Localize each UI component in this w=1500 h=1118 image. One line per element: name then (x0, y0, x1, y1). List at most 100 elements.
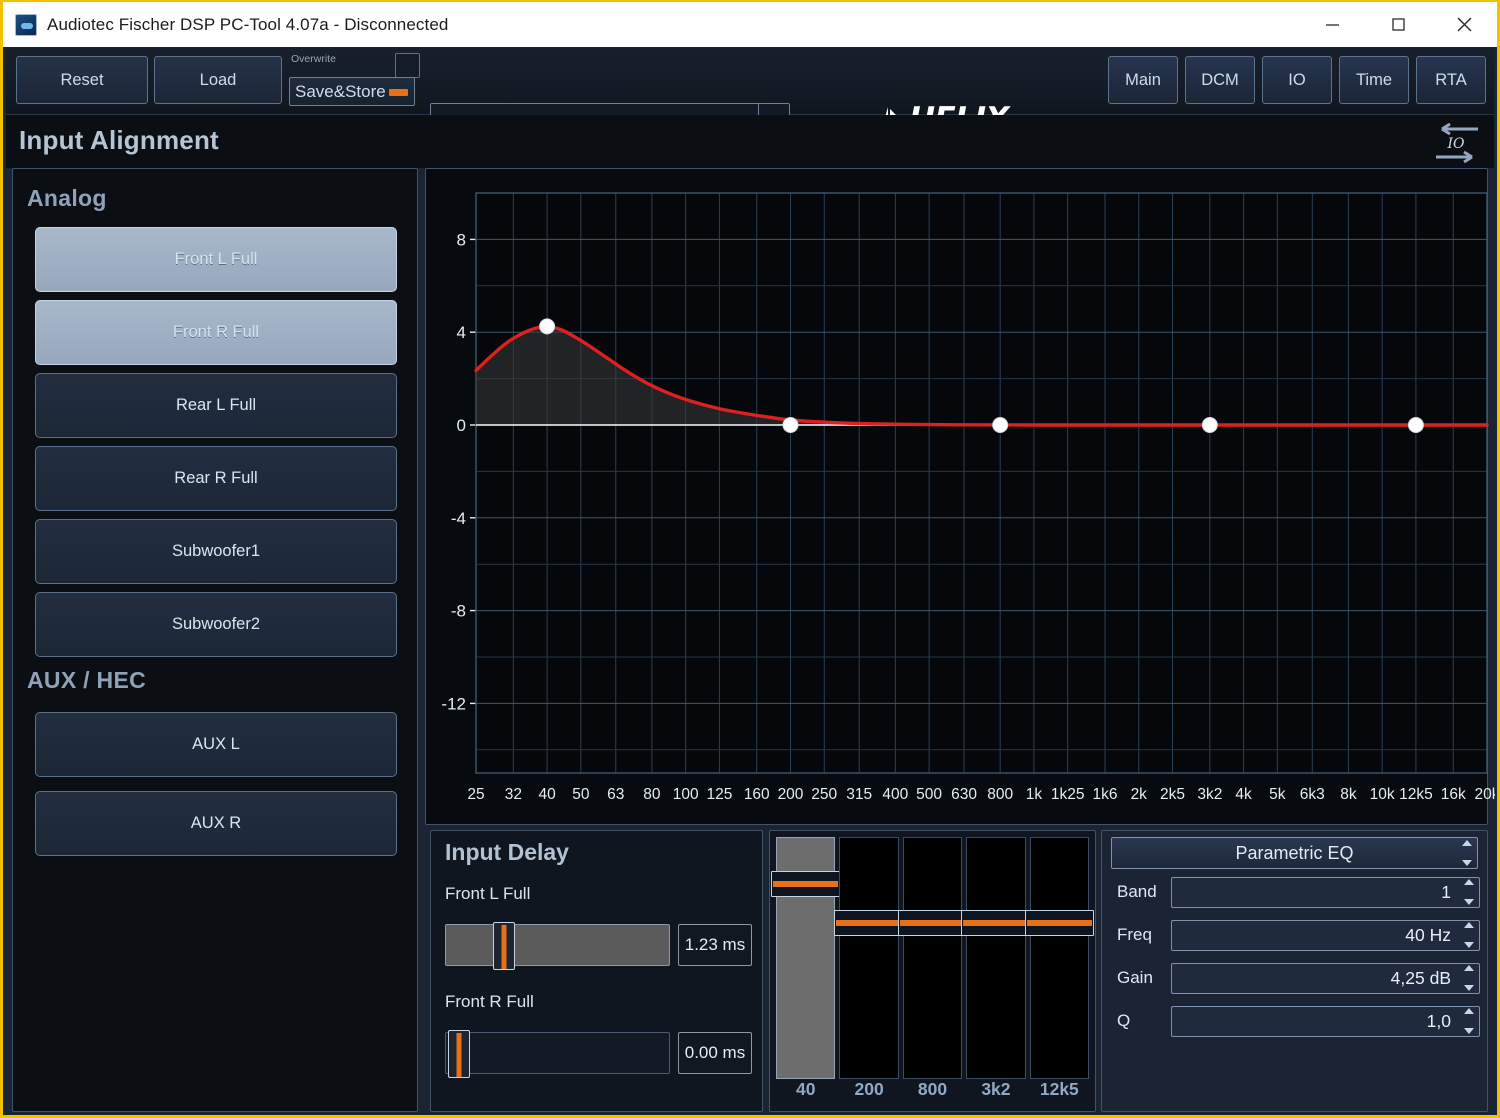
eq-input-band[interactable]: 1 (1171, 876, 1480, 908)
tab-rta[interactable]: RTA (1416, 56, 1486, 104)
band-spinner-icon[interactable] (1461, 879, 1476, 905)
fader-track (966, 837, 1026, 1079)
eq-type-label: Parametric EQ (1235, 842, 1354, 863)
svg-text:0: 0 (457, 416, 466, 435)
eq-fader-800[interactable] (897, 837, 968, 1079)
nav-tabs: Main DCM IO Time RTA (1108, 56, 1486, 104)
input-channel-sidebar: Analog Front L Full Front R Full Rear L … (12, 168, 418, 1112)
eq-fader-3k2[interactable] (961, 837, 1031, 1079)
svg-text:4k: 4k (1235, 786, 1252, 803)
sidebar-item-rear-l-full[interactable]: Rear L Full (35, 373, 397, 438)
svg-text:5k: 5k (1269, 786, 1286, 803)
svg-text:1k: 1k (1026, 786, 1043, 803)
maximize-icon[interactable] (1365, 2, 1431, 47)
save-store-group: Overwrite Save&Store (289, 53, 420, 107)
sidebar-item-subwoofer2[interactable]: Subwoofer2 (35, 592, 397, 657)
svg-text:-4: -4 (451, 509, 466, 528)
tab-dcm[interactable]: DCM (1185, 56, 1255, 104)
eq-input-q[interactable]: 1,0 (1171, 1005, 1480, 1037)
delay-slider-front-r[interactable] (445, 1030, 670, 1078)
delay-slider-thumb[interactable] (448, 1030, 471, 1078)
eq-response-chart[interactable]: 8 4 0 -4 -8 -12 25 32 40 50 63 80 100 125 160 200 250 315… (425, 168, 1495, 825)
title-bar: Audiotec Fischer DSP PC-Tool 4.07a - Dis… (3, 2, 1497, 47)
svg-text:25: 25 (467, 786, 484, 803)
eq-type-spinner-icon[interactable] (1459, 840, 1474, 866)
sidebar-item-front-l-full[interactable]: Front L Full (35, 227, 397, 292)
fader-labels: 40 200 800 3k2 12k5 (770, 1079, 1095, 1111)
eq-label-band: Band (1117, 882, 1157, 901)
svg-text:10k: 10k (1370, 786, 1395, 803)
eq-type-selector[interactable]: Parametric EQ (1111, 837, 1478, 869)
page-title: Input Alignment (19, 125, 219, 155)
eq-label-gain: Gain (1117, 968, 1153, 987)
fader-label-200: 200 (854, 1079, 884, 1099)
fader-label-3k2: 3k2 (981, 1079, 1011, 1099)
group-title-aux-hec: AUX / HEC (27, 667, 146, 693)
svg-text:630: 630 (951, 786, 977, 803)
overwrite-checkbox[interactable] (395, 53, 420, 78)
fader-thumb[interactable] (834, 909, 904, 936)
parametric-eq-panel: Parametric EQ Band 1 Freq 40 Hz Gain 4,2… (1101, 830, 1488, 1112)
svg-text:160: 160 (744, 786, 770, 803)
svg-text:200: 200 (778, 786, 804, 803)
svg-text:8: 8 (457, 230, 466, 249)
eq-input-freq[interactable]: 40 Hz (1171, 919, 1480, 951)
eq-fader-12k5[interactable] (1024, 837, 1095, 1079)
fader-thumb[interactable] (961, 909, 1031, 936)
tab-io[interactable]: IO (1262, 56, 1332, 104)
gain-spinner-icon[interactable] (1461, 965, 1476, 991)
save-store-button[interactable]: Save&Store (289, 77, 415, 106)
svg-text:315: 315 (846, 786, 872, 803)
fader-track (1029, 837, 1090, 1079)
fader-label-800: 800 (917, 1079, 948, 1099)
delay-slider-row-1: 1.23 ms (431, 922, 762, 970)
input-delay-panel: Input Delay Front L Full 1.23 ms Front R… (430, 830, 763, 1112)
window-title: Audiotec Fischer DSP PC-Tool 4.07a - Dis… (47, 14, 449, 34)
minimize-icon[interactable] (1299, 2, 1365, 47)
sidebar-item-rear-r-full[interactable]: Rear R Full (35, 446, 397, 511)
svg-text:100: 100 (673, 786, 699, 803)
svg-text:63: 63 (607, 786, 624, 803)
q-spinner-icon[interactable] (1461, 1008, 1476, 1034)
delay-value-front-r[interactable]: 0.00 ms (678, 1032, 752, 1074)
svg-text:IO: IO (1446, 136, 1465, 152)
delay-slider-thumb[interactable] (492, 922, 515, 970)
fader-thumb[interactable] (897, 909, 968, 936)
svg-text:500: 500 (916, 786, 942, 803)
eq-input-gain[interactable]: 4,25 dB (1171, 962, 1480, 994)
load-button[interactable]: Load (154, 56, 282, 104)
chart-canvas: 840-4-8-1225 32 40 50 63 80 100 125 160 200 250 315… (441, 192, 1496, 803)
eq-band-faders-panel: 40 200 800 3k2 12k5 (769, 830, 1096, 1112)
save-store-label: Save&Store (295, 81, 386, 101)
svg-text:800: 800 (987, 786, 1013, 803)
delay-value-front-l[interactable]: 1.23 ms (678, 924, 752, 966)
svg-text:4: 4 (457, 323, 466, 342)
fader-strip (770, 831, 1095, 1079)
tab-time[interactable]: Time (1339, 56, 1409, 104)
delay-slider-front-l[interactable] (445, 922, 670, 970)
overwrite-label: Overwrite (291, 53, 336, 65)
reset-button[interactable]: Reset (16, 56, 148, 104)
io-toggle-icon[interactable]: IO (1430, 122, 1482, 164)
svg-text:16k: 16k (1441, 786, 1466, 803)
eq-label-q: Q (1117, 1011, 1131, 1030)
app-icon (15, 13, 37, 36)
tab-main[interactable]: Main (1108, 56, 1178, 104)
eq-fader-200[interactable] (834, 837, 904, 1079)
svg-text:400: 400 (882, 786, 908, 803)
sidebar-item-aux-l[interactable]: AUX L (35, 712, 397, 777)
svg-text:20k: 20k (1475, 786, 1496, 803)
fader-thumb[interactable] (771, 870, 841, 897)
freq-spinner-icon[interactable] (1461, 922, 1476, 948)
eq-value-band: 1 (1441, 881, 1451, 902)
svg-text:2k5: 2k5 (1160, 786, 1185, 803)
eq-fader-40[interactable] (771, 837, 841, 1079)
fader-thumb[interactable] (1024, 909, 1095, 936)
svg-text:3k2: 3k2 (1197, 786, 1222, 803)
sidebar-item-subwoofer1[interactable]: Subwoofer1 (35, 519, 397, 584)
svg-text:8k: 8k (1340, 786, 1357, 803)
sidebar-item-front-r-full[interactable]: Front R Full (35, 300, 397, 365)
close-icon[interactable] (1431, 2, 1497, 47)
eq-value-gain: 4,25 dB (1390, 967, 1451, 988)
sidebar-item-aux-r[interactable]: AUX R (35, 791, 397, 856)
